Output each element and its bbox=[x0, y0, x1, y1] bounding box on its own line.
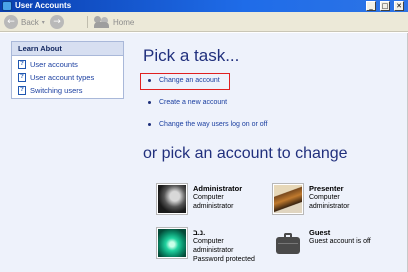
task-create-account[interactable]: Create a new account bbox=[148, 99, 227, 106]
account-hebrew-user[interactable]: נ.ב. Computer administrator Password pro… bbox=[157, 228, 255, 264]
help-icon: ? bbox=[18, 60, 26, 69]
home-users-icon bbox=[94, 16, 110, 28]
account-status: Guest account is off bbox=[309, 238, 371, 245]
learn-item-user-account-types[interactable]: ? User account types bbox=[18, 73, 94, 82]
learn-item-label: User account types bbox=[30, 73, 95, 82]
maximize-button[interactable]: □ bbox=[380, 1, 390, 11]
task-label: Change the way users log on or off bbox=[159, 121, 268, 128]
guitar-picture bbox=[273, 184, 303, 214]
learn-item-user-accounts[interactable]: ? User accounts bbox=[18, 60, 78, 69]
learn-item-label: Switching users bbox=[30, 86, 83, 95]
close-button[interactable]: ✕ bbox=[394, 1, 404, 11]
account-administrator[interactable]: Administrator Computer administrator bbox=[157, 184, 242, 214]
title-bar: User Accounts _ □ ✕ bbox=[0, 0, 408, 12]
learn-item-switching-users[interactable]: ? Switching users bbox=[18, 86, 83, 95]
account-presenter[interactable]: Presenter Computer administrator bbox=[273, 184, 349, 214]
account-heading: or pick an account to change bbox=[143, 145, 348, 162]
user-accounts-icon bbox=[2, 1, 12, 11]
navigation-toolbar: ← Back ▾ → Home bbox=[0, 12, 408, 32]
forward-button[interactable]: → bbox=[50, 15, 64, 29]
help-icon: ? bbox=[18, 86, 26, 95]
learn-about-heading: Learn About bbox=[12, 42, 123, 56]
bullet-icon bbox=[148, 101, 151, 104]
task-change-account[interactable]: Change an account bbox=[148, 77, 220, 84]
learn-item-label: User accounts bbox=[30, 60, 78, 69]
learn-about-panel: Learn About ? User accounts ? User accou… bbox=[11, 41, 124, 99]
account-type: Computer bbox=[193, 194, 224, 201]
bullet-icon bbox=[148, 123, 151, 126]
back-button[interactable]: ← Back ▾ bbox=[4, 15, 45, 29]
toolbar-separator bbox=[87, 16, 88, 28]
window-title: User Accounts bbox=[15, 1, 72, 10]
back-label: Back bbox=[21, 17, 39, 27]
back-dropdown-icon: ▾ bbox=[41, 18, 45, 26]
account-name: Presenter bbox=[309, 184, 344, 193]
task-label: Create a new account bbox=[159, 99, 228, 106]
task-label: Change an account bbox=[159, 77, 220, 84]
horse-picture bbox=[157, 184, 187, 214]
forward-arrow-icon: → bbox=[50, 15, 64, 29]
account-name: נ.ב. bbox=[193, 228, 206, 237]
account-type: administrator bbox=[193, 247, 234, 254]
account-status: Password protected bbox=[193, 256, 255, 263]
account-name: Guest bbox=[309, 228, 331, 237]
task-change-logon[interactable]: Change the way users log on or off bbox=[148, 121, 267, 128]
account-type: administrator bbox=[309, 203, 350, 210]
help-icon: ? bbox=[18, 73, 26, 82]
account-type: Computer bbox=[309, 194, 340, 201]
account-name: Administrator bbox=[193, 184, 243, 193]
account-guest[interactable]: Guest Guest account is off bbox=[273, 228, 371, 258]
account-type: Computer bbox=[193, 238, 224, 245]
minimize-button[interactable]: _ bbox=[366, 1, 376, 11]
suitcase-picture bbox=[273, 228, 303, 258]
green-abstract-picture bbox=[157, 228, 187, 258]
bullet-icon bbox=[148, 79, 151, 82]
home-button[interactable]: Home bbox=[94, 15, 134, 29]
task-heading: Pick a task... bbox=[143, 46, 240, 65]
account-type: administrator bbox=[193, 203, 234, 210]
home-label: Home bbox=[113, 17, 135, 27]
back-arrow-icon: ← bbox=[4, 15, 18, 29]
